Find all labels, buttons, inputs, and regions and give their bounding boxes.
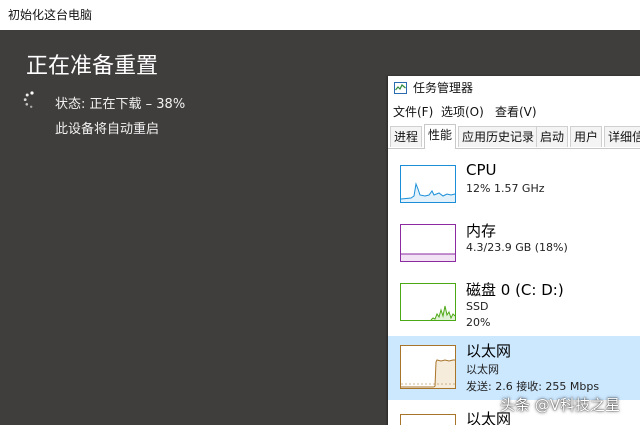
memory-thumbnail-graph <box>400 224 456 262</box>
task-manager-menubar: 文件(F) 选项(O) 查看(V) <box>388 102 640 122</box>
restart-note-text: 此设备将自动重启 <box>55 122 160 137</box>
tab-users[interactable]: 用户 <box>570 126 603 147</box>
tab-startup[interactable]: 启动 <box>536 126 569 147</box>
perf-item-memory[interactable]: 内存 4.3/23.9 GB (18%) <box>388 213 640 271</box>
task-manager-tabs: 进程 性能 应用历史记录 启动 用户 详细信 <box>388 124 640 149</box>
watermark-text: 头条 @V科技之星 <box>500 396 621 414</box>
cpu-label: CPU <box>466 161 497 179</box>
ethernet-thumbnail-graph <box>400 345 456 389</box>
loading-spinner-icon <box>23 91 34 108</box>
disk-label: 磁盘 0 (C: D:) <box>466 281 564 299</box>
tab-processes[interactable]: 进程 <box>390 126 423 147</box>
tab-performance[interactable]: 性能 <box>424 124 457 149</box>
disk-usage-text: 20% <box>466 316 491 329</box>
perf-item-disk[interactable]: 磁盘 0 (C: D:) SSD 20% <box>388 272 640 330</box>
ethernet-2-thumbnail-graph <box>400 414 456 425</box>
reset-heading: 正在准备重置 <box>26 54 159 79</box>
tab-details[interactable]: 详细信 <box>604 126 640 147</box>
reset-window-titlebar[interactable]: 初始化这台电脑 <box>0 0 640 30</box>
disk-thumbnail-graph <box>400 283 456 321</box>
performance-list: CPU 12% 1.57 GHz 内存 4.3/23.9 GB (18%) 磁盘… <box>388 154 640 425</box>
menu-view[interactable]: 查看(V) <box>495 102 537 122</box>
memory-usage-text: 4.3/23.9 GB (18%) <box>466 241 568 254</box>
cpu-thumbnail-graph <box>400 165 456 203</box>
disk-type-text: SSD <box>466 300 489 313</box>
menu-options[interactable]: 选项(O) <box>441 102 484 122</box>
memory-label: 内存 <box>466 222 497 240</box>
perf-item-ethernet[interactable]: 以太网 以太网 发送: 2.6 接收: 255 Mbps <box>388 336 640 400</box>
reset-window-title: 初始化这台电脑 <box>8 8 93 22</box>
tab-app-history[interactable]: 应用历史记录 <box>458 126 539 147</box>
cpu-usage-text: 12% 1.57 GHz <box>466 182 545 195</box>
ethernet-label: 以太网 <box>466 342 512 360</box>
task-manager-icon <box>394 82 407 94</box>
task-manager-title: 任务管理器 <box>413 81 474 95</box>
menu-file[interactable]: 文件(F) <box>393 102 433 122</box>
ethernet-throughput-text: 发送: 2.6 接收: 255 Mbps <box>466 380 600 393</box>
perf-item-cpu[interactable]: CPU 12% 1.57 GHz <box>388 154 640 212</box>
ethernet-adapter-text: 以太网 <box>466 363 499 376</box>
task-manager-titlebar[interactable]: 任务管理器 <box>388 76 640 100</box>
task-manager-window[interactable]: 任务管理器 文件(F) 选项(O) 查看(V) 进程 性能 应用历史记录 启动 … <box>388 76 640 425</box>
reset-status-text: 状态: 正在下载 – 38% <box>55 97 186 112</box>
